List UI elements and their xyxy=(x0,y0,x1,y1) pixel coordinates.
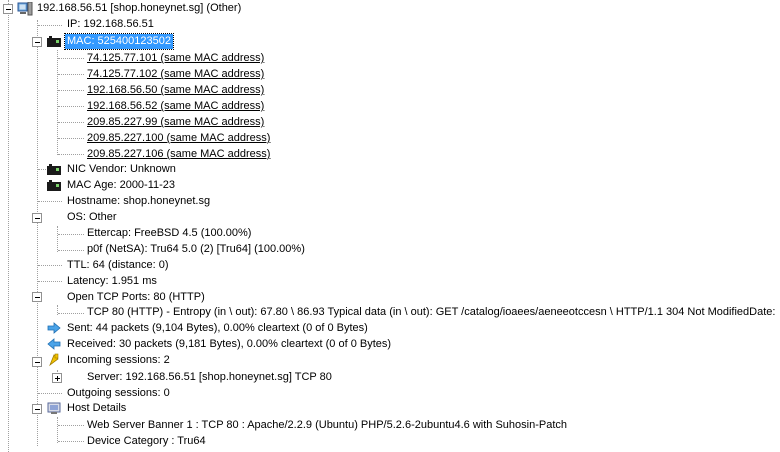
tree-connector xyxy=(38,201,62,202)
host-details-tree: 192.168.56.51 [shop.honeynet.sg] (Other)… xyxy=(0,0,780,452)
os-ettercap-label[interactable]: Ettercap: FreeBSD 4.5 (100.00%) xyxy=(85,226,253,241)
sent-label[interactable]: Sent: 44 packets (9,104 Bytes), 0.00% cl… xyxy=(65,321,370,336)
expand-toggle-server[interactable] xyxy=(52,373,62,383)
incoming-sessions-label[interactable]: Incoming sessions: 2 xyxy=(65,353,172,368)
ip-label[interactable]: IP: 192.168.56.51 xyxy=(65,17,156,32)
tree-guide-line xyxy=(37,20,38,446)
tree-connector xyxy=(58,138,84,139)
collapse-toggle-incoming[interactable] xyxy=(32,357,42,367)
same-mac-link[interactable]: 209.85.227.106 (same MAC address) xyxy=(85,147,272,162)
computer-icon xyxy=(17,1,33,16)
tree-connector xyxy=(38,169,46,170)
same-mac-link[interactable]: 74.125.77.102 (same MAC address) xyxy=(85,67,266,82)
tree-connector xyxy=(58,154,84,155)
nic-card-icon xyxy=(47,36,61,48)
host-details-label[interactable]: Host Details xyxy=(65,401,128,416)
tree-connector xyxy=(38,281,62,282)
host-details-icon xyxy=(47,402,61,414)
collapse-toggle-os[interactable] xyxy=(32,213,42,223)
tree-connector xyxy=(38,265,62,266)
same-mac-link[interactable]: 209.85.227.99 (same MAC address) xyxy=(85,115,266,130)
same-mac-link[interactable]: 192.168.56.52 (same MAC address) xyxy=(85,99,266,114)
same-mac-link[interactable]: 74.125.77.101 (same MAC address) xyxy=(85,51,266,66)
same-mac-link[interactable]: 192.168.56.50 (same MAC address) xyxy=(85,83,266,98)
nic-vendor-label[interactable]: NIC Vendor: Unknown xyxy=(65,162,178,177)
tree-connector xyxy=(58,58,84,59)
mac-age-label[interactable]: MAC Age: 2000-11-23 xyxy=(65,178,177,193)
tree-guide-line xyxy=(57,417,58,443)
tree-connector xyxy=(38,393,62,394)
tree-connector xyxy=(58,250,84,251)
collapse-toggle-open-ports[interactable] xyxy=(32,292,42,302)
outgoing-sessions-label[interactable]: Outgoing sessions: 0 xyxy=(65,386,172,401)
tree-connector xyxy=(38,25,62,26)
hostname-label[interactable]: Hostname: shop.honeynet.sg xyxy=(65,194,212,209)
tree-guide-line xyxy=(8,0,9,452)
tree-connector xyxy=(58,313,84,314)
ttl-label[interactable]: TTL: 64 (distance: 0) xyxy=(65,258,171,273)
port-80-detail[interactable]: TCP 80 (HTTP) - Entropy (in \ out): 67.8… xyxy=(85,305,777,320)
received-arrow-icon xyxy=(47,338,61,350)
tree-guide-line xyxy=(57,50,58,155)
open-ports-label[interactable]: Open TCP Ports: 80 (HTTP) xyxy=(65,290,207,305)
os-p0f-label[interactable]: p0f (NetSA): Tru64 5.0 (2) [Tru64] (100.… xyxy=(85,242,307,257)
collapse-toggle-host[interactable] xyxy=(3,4,13,14)
os-label[interactable]: OS: Other xyxy=(65,210,119,225)
host-title[interactable]: 192.168.56.51 [shop.honeynet.sg] (Other) xyxy=(35,1,243,16)
server-session-label[interactable]: Server: 192.168.56.51 [shop.honeynet.sg]… xyxy=(85,370,334,385)
mac-address-label[interactable]: MAC: 525400123502 xyxy=(64,33,174,50)
tree-connector xyxy=(58,122,84,123)
device-category-label[interactable]: Device Category : Tru64 xyxy=(85,434,208,449)
incoming-session-icon xyxy=(47,353,61,367)
nic-card-icon xyxy=(47,164,61,176)
web-server-banner-label[interactable]: Web Server Banner 1 : TCP 80 : Apache/2.… xyxy=(85,418,569,433)
tree-connector xyxy=(58,425,84,426)
received-label[interactable]: Received: 30 packets (9,181 Bytes), 0.00… xyxy=(65,337,393,352)
nic-card-icon xyxy=(47,180,61,192)
tree-connector xyxy=(58,106,84,107)
tree-connector xyxy=(58,74,84,75)
same-mac-link[interactable]: 209.85.227.100 (same MAC address) xyxy=(85,131,272,146)
tree-connector xyxy=(58,90,84,91)
tree-guide-line xyxy=(57,226,58,252)
tree-connector xyxy=(58,234,84,235)
tree-connector xyxy=(58,441,84,442)
latency-label[interactable]: Latency: 1.951 ms xyxy=(65,274,159,289)
sent-arrow-icon xyxy=(47,322,61,334)
collapse-toggle-mac[interactable] xyxy=(32,37,42,47)
collapse-toggle-details[interactable] xyxy=(32,404,42,414)
